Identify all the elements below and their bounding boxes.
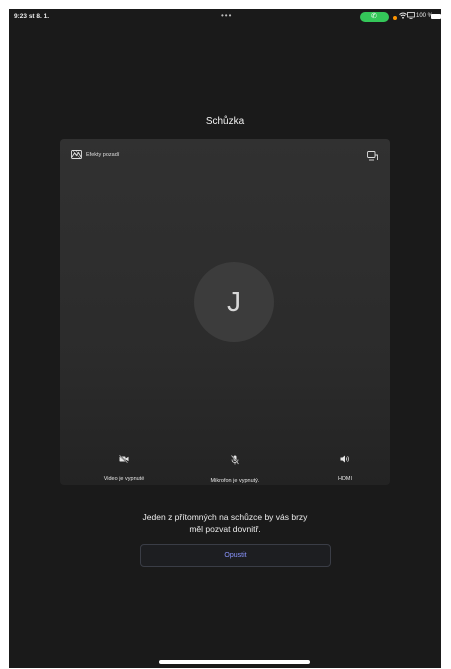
waiting-message: Jeden z přítomných na schůzce by vás brz… <box>9 512 441 535</box>
video-toggle-button[interactable]: Video je vypnuté <box>74 455 174 485</box>
active-call-pill[interactable]: ✆ <box>360 12 389 22</box>
waiting-message-line-1: Jeden z přítomných na schůzce by vás brz… <box>142 512 308 522</box>
waiting-message-line-2: měl pozvat dovnitř. <box>189 523 261 534</box>
battery-icon <box>431 14 441 19</box>
leave-button[interactable]: Opustit <box>140 544 331 567</box>
home-indicator[interactable] <box>159 660 310 664</box>
screen-mirroring-icon <box>407 12 415 21</box>
video-preview: Efekty pozadí J Video je vypnuté Mikrofo… <box>60 139 390 485</box>
video-off-icon <box>119 455 129 463</box>
avatar: J <box>194 262 274 342</box>
audio-output-button[interactable]: HDMI <box>295 455 395 485</box>
multitasking-dots[interactable]: ••• <box>221 11 232 20</box>
background-effects-button[interactable]: Efekty pozadí <box>71 150 119 159</box>
background-effects-label: Efekty pozadí <box>86 151 120 158</box>
wifi-icon <box>399 12 407 21</box>
status-bar: 9:23 st 8. 1. ••• ✆ 100 % <box>9 9 441 27</box>
mic-toggle-button[interactable]: Mikrofon je vypnutý. <box>185 455 285 487</box>
switch-camera-button[interactable] <box>367 148 378 166</box>
audio-output-label: HDMI <box>337 476 353 482</box>
background-effects-icon <box>71 150 82 159</box>
phone-icon: ✆ <box>371 13 377 20</box>
speaker-icon <box>340 455 349 463</box>
switch-camera-icon <box>367 151 378 161</box>
mic-in-use-indicator <box>393 16 397 20</box>
video-status-label: Video je vypnuté <box>103 476 145 482</box>
mic-status-label: Mikrofon je vypnutý. <box>210 478 260 484</box>
device-screen: 9:23 st 8. 1. ••• ✆ 100 % Schůzka Efekty… <box>9 9 441 668</box>
page-title: Schůzka <box>205 116 245 127</box>
mic-off-icon <box>231 455 239 465</box>
status-time: 9:23 st 8. 1. <box>14 13 50 20</box>
